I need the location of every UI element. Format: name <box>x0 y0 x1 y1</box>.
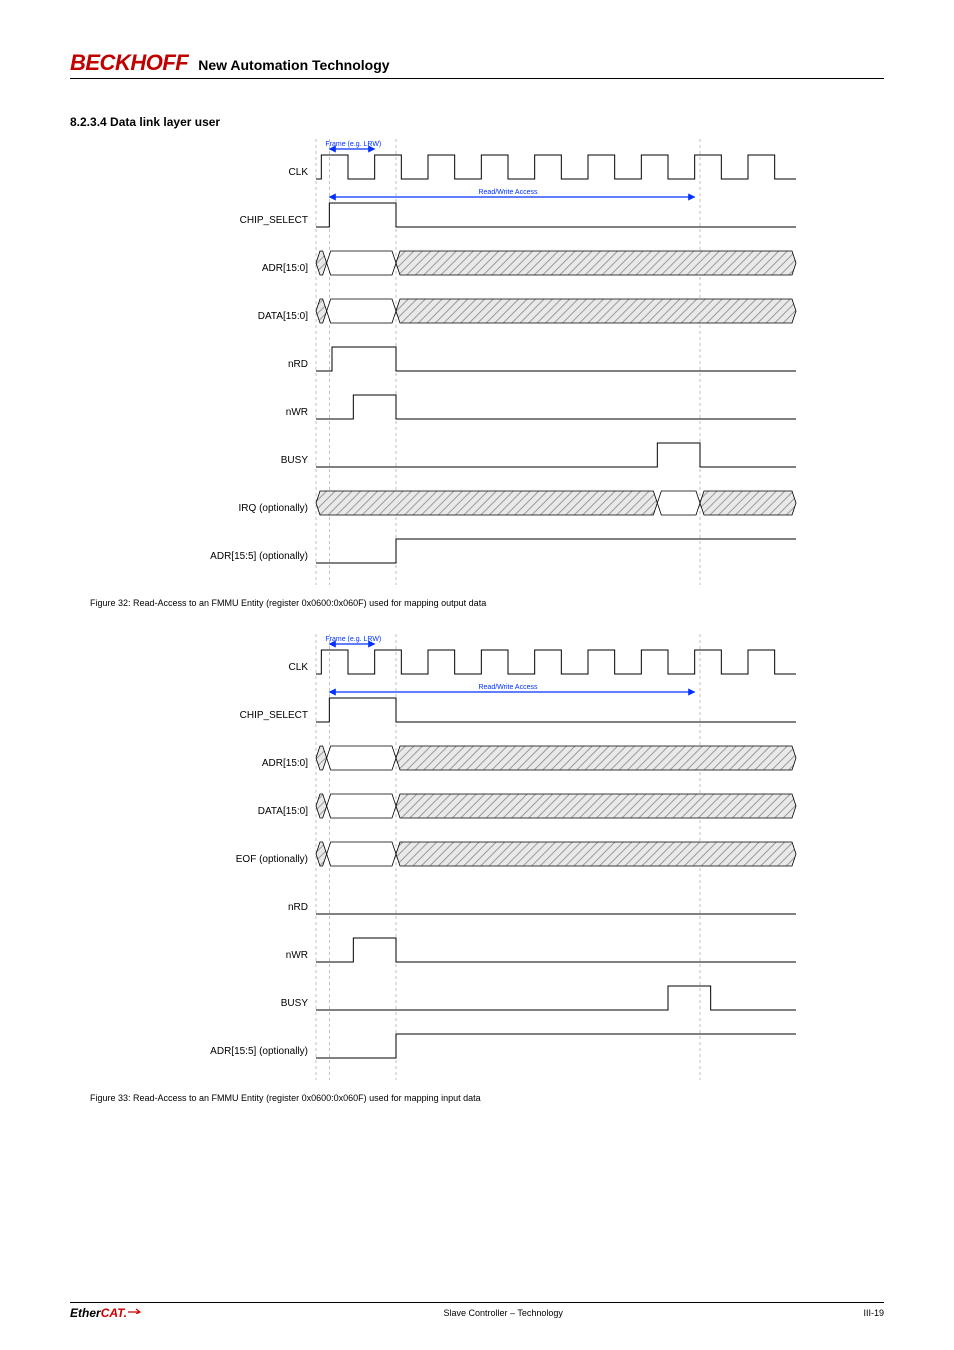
timing-diagram-fig33: CLK Frame (e.g. LRW) CHIP_SELECT Read/Write… <box>84 634 904 1080</box>
svg-text:nRD: nRD <box>288 902 308 913</box>
svg-text:nWR: nWR <box>286 407 308 418</box>
footer-page: III-19 <box>863 1308 884 1318</box>
brand-logo: BECKHOFF <box>70 50 188 76</box>
figure-33: CLK Frame (e.g. LRW) CHIP_SELECT Read/Write… <box>84 634 884 1085</box>
ethercat-logo: EtherCAT. <box>70 1306 143 1320</box>
svg-text:CHIP_SELECT: CHIP_SELECT <box>240 215 308 226</box>
svg-text:ADR[15:5] (optionally): ADR[15:5] (optionally) <box>210 551 308 562</box>
page-header: BECKHOFF New Automation Technology <box>70 50 884 79</box>
svg-text:ADR[15:0]: ADR[15:0] <box>262 758 308 769</box>
svg-text:Frame (e.g. LRW): Frame (e.g. LRW) <box>325 141 381 148</box>
svg-text:EOF (optionally): EOF (optionally) <box>236 854 308 865</box>
svg-text:Read/Write Access: Read/Write Access <box>478 684 538 691</box>
svg-text:nRD: nRD <box>288 359 308 370</box>
timing-diagram-fig32: CLK Frame (e.g. LRW) CHIP_SELECT Read/Write… <box>84 139 904 585</box>
figure-32-caption: Figure 32: Read-Access to an FMMU Entity… <box>90 598 884 608</box>
svg-text:BUSY: BUSY <box>281 455 309 466</box>
svg-text:nWR: nWR <box>286 950 308 961</box>
brand-tagline: New Automation Technology <box>198 57 389 73</box>
svg-text:DATA[15:0]: DATA[15:0] <box>258 311 308 322</box>
svg-text:ADR[15:0]: ADR[15:0] <box>262 263 308 274</box>
svg-text:Frame (e.g. LRW): Frame (e.g. LRW) <box>325 636 381 643</box>
svg-text:BUSY: BUSY <box>281 998 309 1009</box>
svg-text:ADR[15:5] (optionally): ADR[15:5] (optionally) <box>210 1046 308 1057</box>
svg-text:CLK: CLK <box>289 662 309 673</box>
svg-text:IRQ (optionally): IRQ (optionally) <box>239 503 308 514</box>
svg-text:CLK: CLK <box>289 167 309 178</box>
svg-text:Read/Write Access: Read/Write Access <box>478 189 538 196</box>
svg-text:CHIP_SELECT: CHIP_SELECT <box>240 710 308 721</box>
figure-33-caption: Figure 33: Read-Access to an FMMU Entity… <box>90 1093 884 1103</box>
footer-center: Slave Controller – Technology <box>443 1308 562 1318</box>
page-footer: EtherCAT. Slave Controller – Technology … <box>70 1302 884 1320</box>
figure-32: CLK Frame (e.g. LRW) CHIP_SELECT Read/Write… <box>84 139 884 590</box>
section-title: 8.2.3.4 Data link layer user <box>70 115 884 129</box>
svg-text:DATA[15:0]: DATA[15:0] <box>258 806 308 817</box>
